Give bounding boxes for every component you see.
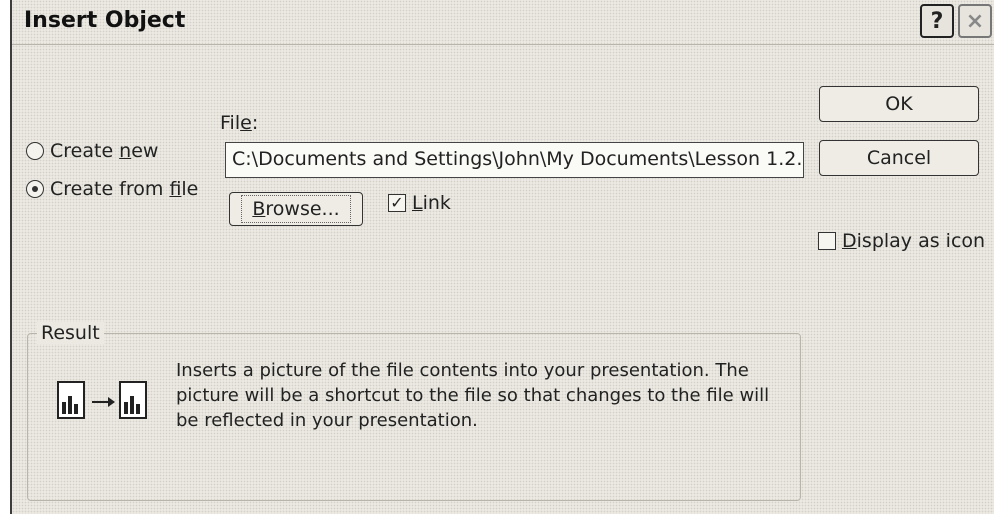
help-button[interactable]: ?: [920, 4, 954, 38]
radio-create-from-file[interactable]: Create from file: [26, 178, 198, 200]
link-checkbox[interactable]: ✓ Link: [388, 192, 451, 214]
radio-create-new[interactable]: Create new: [26, 140, 158, 162]
dialog-title: Insert Object: [24, 8, 186, 33]
question-mark-icon: ?: [930, 8, 944, 34]
checkmark-icon[interactable]: ✓: [388, 194, 406, 212]
radio-create-from-file-label: Create from file: [50, 178, 199, 200]
file-label: File:: [220, 112, 259, 134]
file-path-input[interactable]: C:\Documents and Settings\John\My Docume…: [225, 142, 804, 178]
radio-selected-icon[interactable]: [26, 180, 44, 198]
display-as-icon-checkbox[interactable]: Display as icon: [818, 230, 985, 252]
ok-button-label: OK: [885, 93, 913, 115]
cancel-button[interactable]: Cancel: [819, 140, 979, 176]
close-icon: ×: [965, 8, 985, 34]
result-label: Result: [37, 322, 104, 344]
checkbox-empty-icon[interactable]: [818, 232, 836, 250]
cancel-button-label: Cancel: [866, 147, 932, 169]
result-description: Inserts a picture of the file contents i…: [176, 360, 770, 431]
browse-button[interactable]: Browse...: [229, 192, 363, 226]
link-label: Link: [412, 192, 451, 214]
link-file-icon: [57, 381, 147, 419]
title-bar: Insert Object ? ×: [12, 0, 994, 45]
display-as-icon-label: Display as icon: [842, 230, 986, 252]
close-button[interactable]: ×: [958, 4, 992, 38]
browse-button-label: Browse...: [241, 195, 351, 223]
ok-button[interactable]: OK: [819, 86, 979, 122]
radio-circle-icon[interactable]: [26, 142, 44, 160]
insert-object-dialog: Insert Object ? × Create new Create from…: [10, 0, 994, 514]
radio-create-new-label: Create new: [50, 140, 159, 162]
